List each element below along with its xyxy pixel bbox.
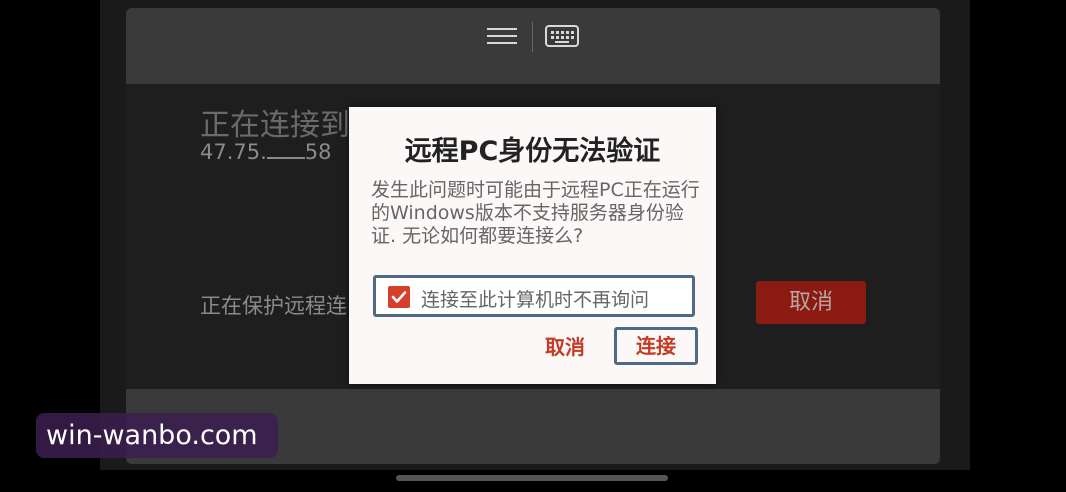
dialog-connect-button[interactable]: 连接 bbox=[614, 327, 698, 365]
ip-address: 47.75. 58 bbox=[200, 140, 332, 164]
top-toolbar bbox=[126, 8, 940, 84]
hamburger-menu-icon[interactable] bbox=[484, 22, 520, 50]
dont-ask-again-checkbox[interactable] bbox=[388, 286, 410, 308]
ip-address-prefix: 47.75. bbox=[200, 140, 267, 164]
identity-verification-dialog: 远程PC身份无法验证 发生此问题时可能由于远程PC正在运行的Windows版本不… bbox=[349, 107, 716, 384]
background-cancel-button[interactable]: 取消 bbox=[756, 281, 866, 324]
protecting-connection-text: 正在保护远程连 bbox=[200, 294, 347, 318]
watermark: win-wanbo.com bbox=[36, 413, 278, 458]
connecting-title: 正在连接到 bbox=[200, 108, 350, 143]
dialog-title: 远程PC身份无法验证 bbox=[404, 136, 661, 167]
dont-ask-again-option[interactable]: 连接至此计算机时不再询问 bbox=[373, 275, 695, 317]
dialog-cancel-button[interactable]: 取消 bbox=[529, 329, 601, 365]
ip-address-suffix: 58 bbox=[304, 140, 332, 164]
dialog-message: 发生此问题时可能由于远程PC正在运行的Windows版本不支持服务器身份验证. … bbox=[371, 179, 700, 247]
dont-ask-again-label: 连接至此计算机时不再询问 bbox=[421, 289, 650, 311]
keyboard-icon[interactable] bbox=[544, 22, 580, 50]
ip-redaction-mark bbox=[266, 143, 305, 159]
home-indicator[interactable] bbox=[396, 475, 668, 481]
checkmark-icon bbox=[391, 291, 407, 303]
screen: 正在连接到 47.75. 58 正在保护远程连 取消 远程PC身份无法验证 发生此… bbox=[0, 0, 1066, 492]
toolbar-divider bbox=[532, 22, 533, 52]
